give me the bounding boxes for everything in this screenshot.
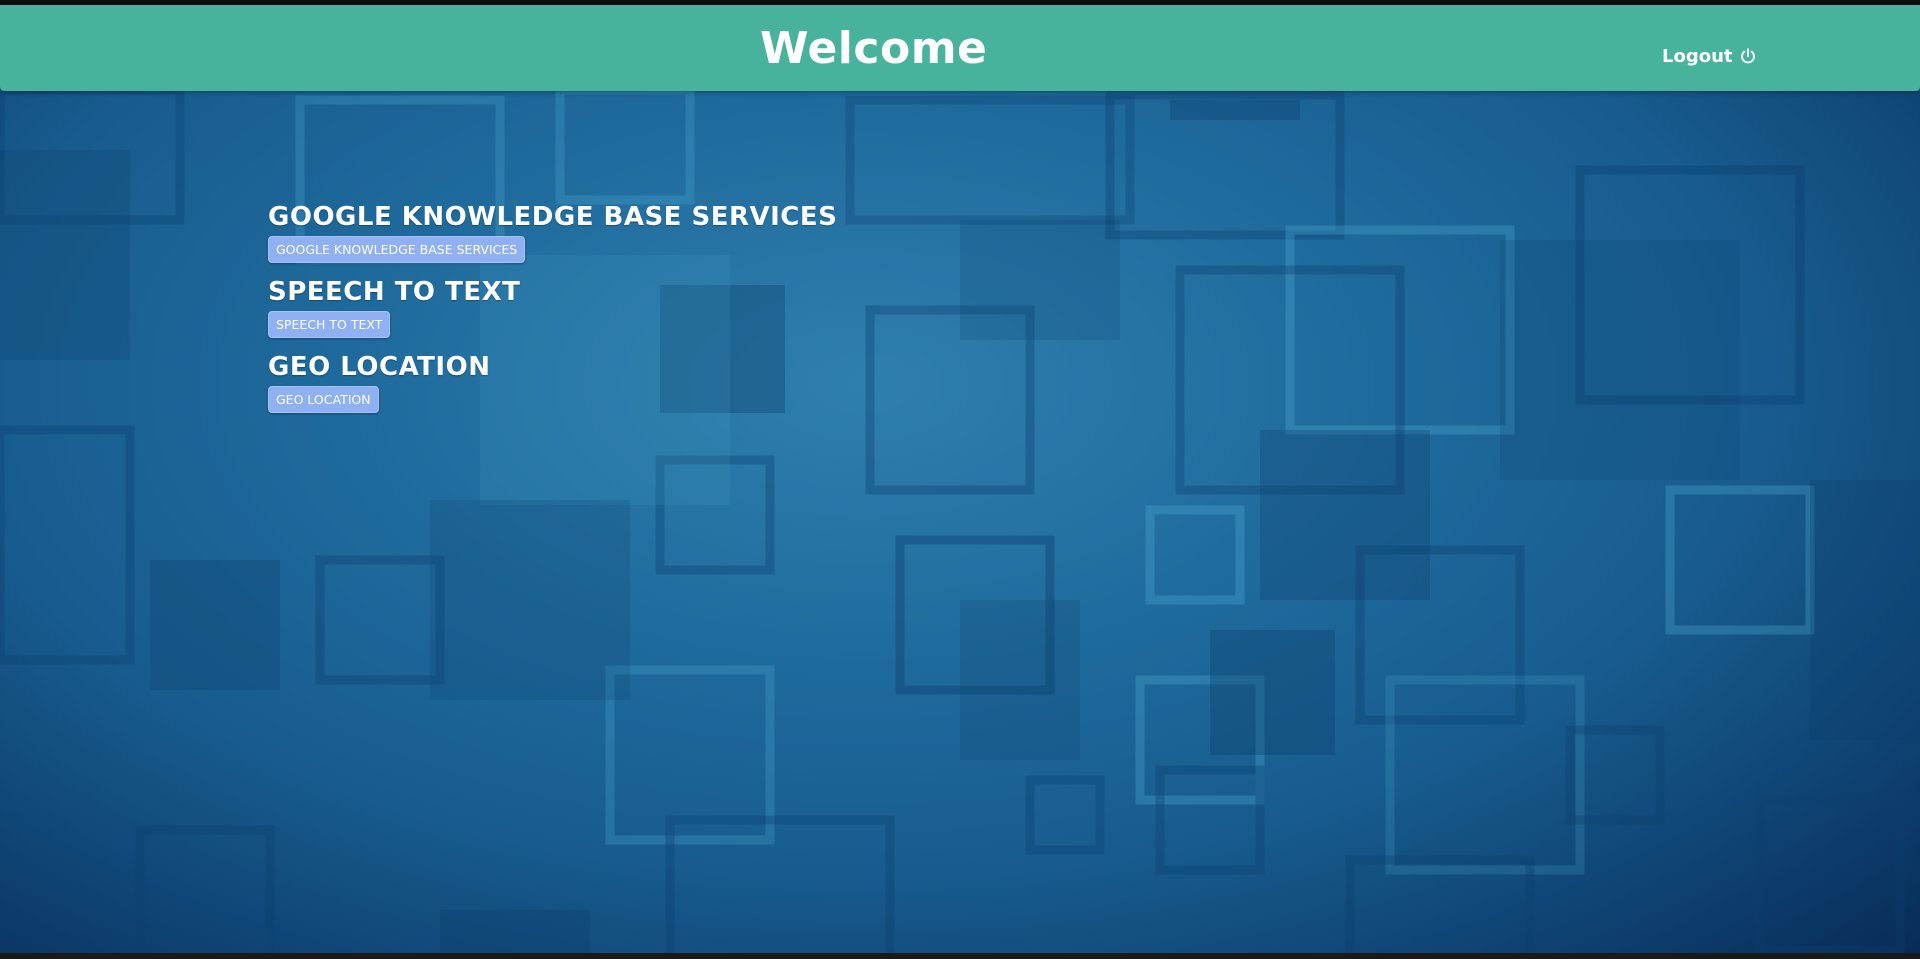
services-list: GOOGLE KNOWLEDGE BASE SERVICES GOOGLE KN…: [268, 200, 1168, 425]
power-icon: [1740, 48, 1755, 64]
service-title: SPEECH TO TEXT: [268, 277, 521, 307]
page: Welcome Logout GOOGLE KNOWLEDGE BASE SER…: [0, 0, 1920, 959]
service-geo-location: GEO LOCATION GEO LOCATION: [268, 350, 1168, 413]
service-title: GEO LOCATION: [268, 352, 491, 382]
speech-to-text-button[interactable]: SPEECH TO TEXT: [268, 311, 391, 338]
geo-location-button[interactable]: GEO LOCATION: [268, 386, 379, 413]
logout-button[interactable]: Logout: [1662, 43, 1757, 69]
page-title: Welcome: [760, 23, 988, 74]
service-title: GOOGLE KNOWLEDGE BASE SERVICES: [268, 202, 838, 232]
service-speech-to-text: SPEECH TO TEXT SPEECH TO TEXT: [268, 275, 1168, 338]
window-bottom-edge: [0, 953, 1920, 959]
logout-label: Logout: [1662, 45, 1733, 67]
header-bar: Welcome Logout: [0, 5, 1920, 91]
knowledge-base-button[interactable]: GOOGLE KNOWLEDGE BASE SERVICES: [268, 236, 526, 263]
service-knowledge-base: GOOGLE KNOWLEDGE BASE SERVICES GOOGLE KN…: [268, 200, 1168, 263]
background-pattern: [0, 85, 1920, 959]
